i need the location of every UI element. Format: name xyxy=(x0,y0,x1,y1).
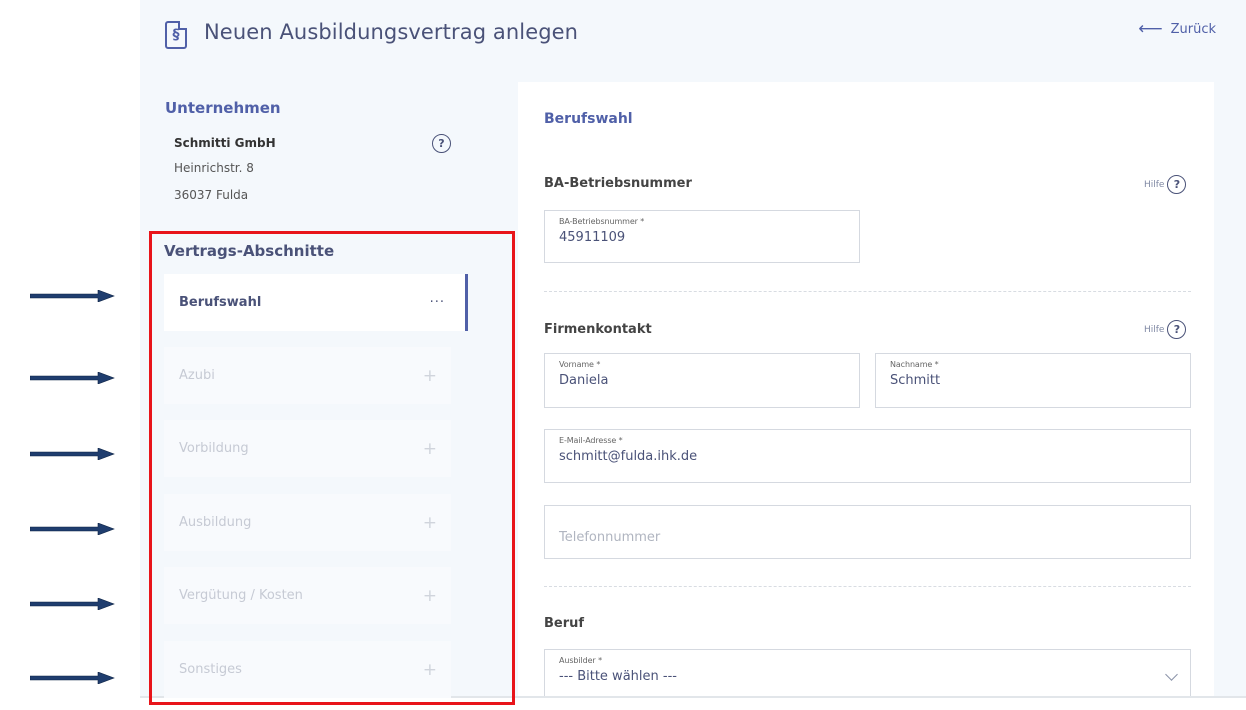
annotation-arrow-icon xyxy=(30,290,115,302)
company-help-icon[interactable]: ? xyxy=(432,134,451,153)
field-value: Daniela xyxy=(559,373,609,388)
contact-help-link[interactable]: Hilfe ? xyxy=(1144,320,1187,339)
field-value: --- Bitte wählen --- xyxy=(559,669,677,684)
field-label: Ausbilder * xyxy=(559,656,602,665)
section-divider xyxy=(544,291,1191,292)
field-value: schmitt@fulda.ihk.de xyxy=(559,449,698,464)
company-name: Schmitti GmbH xyxy=(174,136,276,150)
page-title: Neuen Ausbildungsvertrag anlegen xyxy=(204,20,579,44)
form-heading: Berufswahl xyxy=(544,111,633,127)
annotation-arrow-icon xyxy=(30,523,115,535)
nachname-field[interactable]: Nachname * Schmitt xyxy=(875,353,1191,408)
company-street: Heinrichstr. 8 xyxy=(174,161,254,175)
ba-betriebsnummer-field[interactable]: BA-Betriebsnummer * 45911109 xyxy=(544,210,860,263)
ba-help-link[interactable]: Hilfe ? xyxy=(1144,175,1187,194)
field-label: Nachname * xyxy=(890,360,939,369)
field-value: Schmitt xyxy=(890,373,941,388)
field-value: 45911109 xyxy=(559,230,626,245)
section-divider xyxy=(544,586,1191,587)
annotation-arrow-icon xyxy=(30,598,115,610)
company-section-title: Unternehmen xyxy=(165,99,281,117)
telefonnummer-field[interactable]: Telefonnummer xyxy=(544,505,1191,559)
field-label: Vorname * xyxy=(559,360,601,369)
help-label: Hilfe xyxy=(1144,179,1165,190)
annotation-highlight-box xyxy=(149,231,515,705)
beruf-group-title: Beruf xyxy=(544,616,585,631)
contact-group-title: Firmenkontakt xyxy=(544,322,652,337)
field-label: BA-Betriebsnummer * xyxy=(559,217,645,226)
help-icon: ? xyxy=(1167,320,1187,339)
annotation-arrow-icon xyxy=(30,448,115,460)
help-icon: ? xyxy=(1167,175,1187,194)
vorname-field[interactable]: Vorname * Daniela xyxy=(544,353,860,408)
annotation-arrow-icon xyxy=(30,672,115,684)
email-field[interactable]: E-Mail-Adresse * schmitt@fulda.ihk.de xyxy=(544,429,1191,483)
annotation-arrow-icon xyxy=(30,372,115,384)
field-label: E-Mail-Adresse * xyxy=(559,436,623,445)
back-link[interactable]: ⟵ Zurück xyxy=(1138,19,1216,39)
ba-group-title: BA-Betriebsnummer xyxy=(544,176,692,191)
back-link-label: Zurück xyxy=(1170,21,1216,37)
arrow-left-icon: ⟵ xyxy=(1138,19,1163,39)
help-label: Hilfe xyxy=(1144,324,1165,335)
ausbilder-select[interactable]: Ausbilder * --- Bitte wählen --- xyxy=(544,649,1191,696)
field-placeholder: Telefonnummer xyxy=(559,530,661,545)
contract-document-icon: § xyxy=(165,21,187,49)
company-city: 36037 Fulda xyxy=(174,188,249,202)
